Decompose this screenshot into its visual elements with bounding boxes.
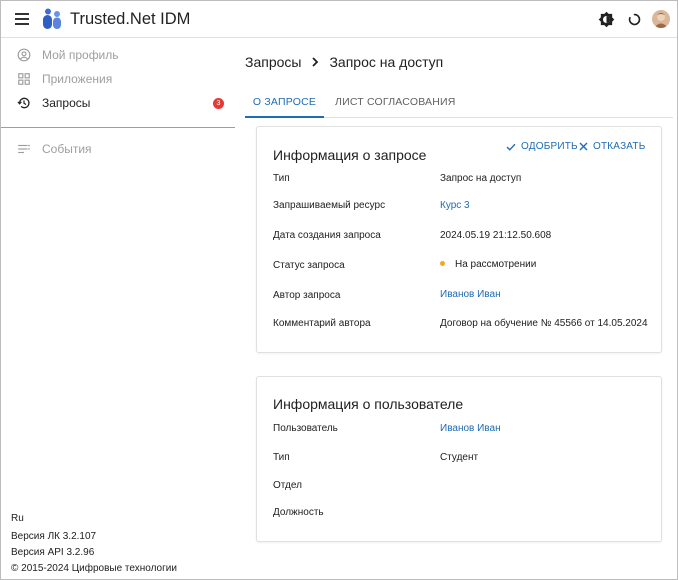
field-label-author: Автор запроса xyxy=(273,290,341,301)
field-label-user-type: Тип xyxy=(273,452,290,463)
logo-icon xyxy=(42,8,62,30)
user-info-card: Информация о пользователе Пользователь И… xyxy=(256,376,662,542)
field-value-user-type: Студент xyxy=(440,452,479,463)
apps-icon xyxy=(17,72,31,86)
sidebar-item-label: Мой профиль xyxy=(42,48,119,62)
request-info-card: Информация о запросе ОДОБРИТЬ ОТКАЗАТЬ Т… xyxy=(256,126,662,353)
field-value-created: 2024.05.19 21:12.50.608 xyxy=(440,230,552,241)
version-lk: Версия ЛК 3.2.107 xyxy=(11,531,97,542)
sidebar-item-label: Приложения xyxy=(42,72,113,86)
field-label-position: Должность xyxy=(273,507,324,518)
field-value-status: На рассмотрении xyxy=(440,259,536,270)
theme-icon[interactable] xyxy=(598,11,615,28)
reject-label: ОТКАЗАТЬ xyxy=(593,141,646,152)
field-value-type: Запрос на доступ xyxy=(440,173,522,184)
card-title: Информация о пользователе xyxy=(273,396,464,412)
copyright: © 2015-2024 Цифровые технологии xyxy=(11,563,177,574)
sidebar-item-events[interactable]: События xyxy=(1,138,235,160)
breadcrumb-current: Запрос на доступ xyxy=(329,54,444,70)
sidebar-item-profile[interactable]: Мой профиль xyxy=(1,44,235,66)
field-value-user-link[interactable]: Иванов Иван xyxy=(440,423,501,434)
tab-request-info[interactable]: О ЗАПРОСЕ xyxy=(245,88,324,118)
reject-button[interactable]: ОТКАЗАТЬ xyxy=(579,141,645,152)
field-label-user: Пользователь xyxy=(273,423,338,434)
close-icon xyxy=(579,142,588,151)
language-selector[interactable]: Ru xyxy=(11,513,24,524)
field-label-created: Дата создания запроса xyxy=(273,230,381,241)
field-label-department: Отдел xyxy=(273,480,302,491)
field-label-resource: Запрашиваемый ресурс xyxy=(273,200,386,211)
chevron-right-icon xyxy=(311,54,319,70)
breadcrumb: Запросы Запрос на доступ xyxy=(245,54,443,70)
field-value-resource-link[interactable]: Курс 3 xyxy=(440,200,470,211)
sidebar-item-apps[interactable]: Приложения xyxy=(1,68,235,90)
approve-button[interactable]: ОДОБРИТЬ xyxy=(506,141,578,152)
approve-label: ОДОБРИТЬ xyxy=(521,141,578,152)
card-title: Информация о запросе xyxy=(273,147,427,163)
sidebar-divider xyxy=(1,127,235,128)
field-label-comment: Комментарий автора xyxy=(273,318,371,329)
top-bar: Trusted.Net IDM xyxy=(1,1,677,38)
field-value-author-link[interactable]: Иванов Иван xyxy=(440,289,501,300)
sidebar-item-label: Запросы xyxy=(42,96,91,110)
avatar[interactable] xyxy=(652,10,670,28)
tab-bar: О ЗАПРОСЕ ЛИСТ СОГЛАСОВАНИЯ xyxy=(245,88,673,118)
check-icon xyxy=(506,143,516,151)
status-dot xyxy=(440,260,445,266)
account-circle-icon xyxy=(17,48,31,62)
list-icon xyxy=(17,142,31,156)
field-label-type: Тип xyxy=(273,173,290,184)
tab-approval-sheet[interactable]: ЛИСТ СОГЛАСОВАНИЯ xyxy=(335,88,456,118)
sidebar-item-requests[interactable]: Запросы 3 xyxy=(1,92,235,114)
sidebar-item-label: События xyxy=(42,142,92,156)
version-api: Версия API 3.2.96 xyxy=(11,547,95,558)
refresh-icon[interactable] xyxy=(626,11,643,28)
sidebar: Мой профиль Приложения Запросы 3 События… xyxy=(1,38,235,579)
field-label-status: Статус запроса xyxy=(273,260,345,271)
status-text: На рассмотрении xyxy=(455,259,537,270)
requests-count-badge: 3 xyxy=(213,97,224,109)
menu-icon[interactable] xyxy=(15,13,29,25)
breadcrumb-parent[interactable]: Запросы xyxy=(245,54,301,70)
field-value-comment: Договор на обучение № 45566 от 14.05.202… xyxy=(440,318,648,329)
history-icon xyxy=(17,96,31,110)
app-title[interactable]: Trusted.Net IDM xyxy=(70,10,190,29)
